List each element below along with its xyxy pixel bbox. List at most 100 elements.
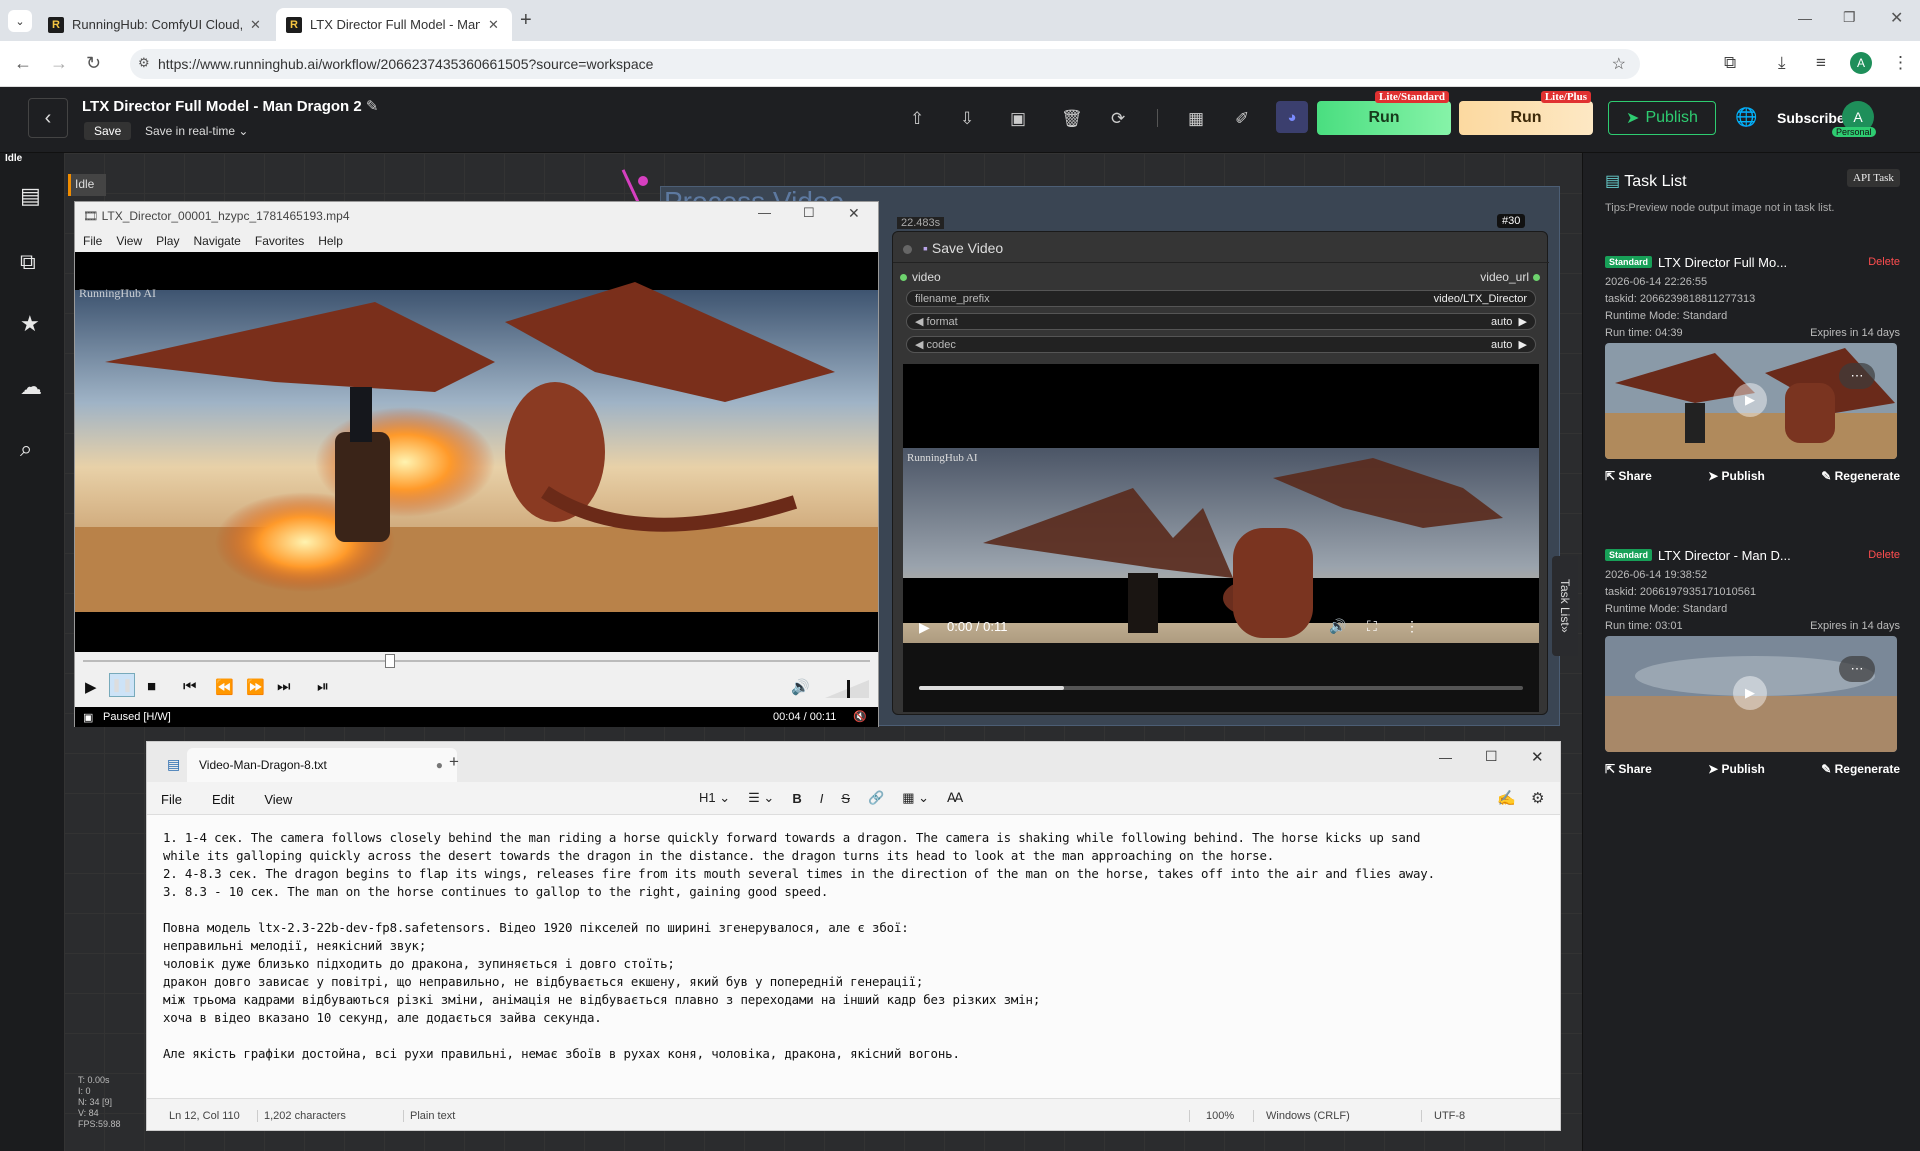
widget-filename-prefix[interactable]: filename_prefix video/LTX_Director	[906, 290, 1536, 307]
volume-icon[interactable]: 🔊	[1329, 618, 1346, 635]
arrow-left-icon[interactable]: ◀	[915, 316, 923, 328]
minimize-icon[interactable]: —	[758, 205, 771, 220]
task-card[interactable]: Standard LTX Director Full Mo... Delete …	[1605, 253, 1900, 483]
maximize-icon[interactable]: ☐	[803, 205, 815, 221]
url-field[interactable]: ⚙ https://www.runninghub.ai/workflow/206…	[130, 49, 1640, 79]
settings-gear-icon[interactable]: ⚙	[1531, 789, 1544, 807]
back-arrow-icon[interactable]: ←	[14, 53, 32, 74]
run-plus-button[interactable]: Run Lite/Plus	[1459, 91, 1593, 135]
play-icon[interactable]: ▶	[1733, 676, 1767, 710]
media-player-window[interactable]: 🎞 LTX_Director_00001_hzypc_1781465193.mp…	[74, 201, 879, 727]
extensions-icon[interactable]: ⧉	[1724, 53, 1736, 73]
more-menu-icon[interactable]: ⋮	[1892, 53, 1909, 73]
menu-help[interactable]: Help	[318, 234, 343, 248]
browser-tab-ltx-director[interactable]: R LTX Director Full Model - Man D ✕	[276, 8, 512, 41]
widget-format[interactable]: ◀ format auto ▶	[906, 313, 1536, 330]
menu-view[interactable]: View	[116, 234, 142, 248]
player-video-area[interactable]: RunningHub AI	[75, 252, 878, 652]
upload-icon[interactable]: ⇧	[910, 109, 924, 129]
close-tab-icon[interactable]: ✕	[488, 17, 499, 33]
star-icon[interactable]: ★	[20, 311, 40, 337]
menu-file[interactable]: File	[161, 792, 182, 807]
regenerate-button[interactable]: ✎ Regenerate	[1821, 469, 1900, 483]
reading-list-icon[interactable]: ≡	[1816, 53, 1826, 73]
node-collapse-dot[interactable]	[903, 245, 912, 254]
play-icon[interactable]: ▶	[919, 619, 930, 636]
unsaved-dot-icon[interactable]: ●	[436, 758, 443, 772]
share-button[interactable]: ⇱ Share	[1605, 762, 1652, 776]
restore-window-icon[interactable]: ❐	[1843, 9, 1856, 26]
menu-navigate[interactable]: Navigate	[193, 234, 240, 248]
previous-icon[interactable]: ⏮	[183, 678, 197, 695]
browser-tab-runninghub[interactable]: R RunningHub: ComfyUI Cloud, C ✕	[38, 8, 274, 41]
next-icon[interactable]: ⏭	[277, 678, 291, 695]
maximize-icon[interactable]: ☐	[1485, 748, 1498, 765]
rewind-icon[interactable]: ⏪	[215, 678, 234, 696]
edit-pencil-icon[interactable]: ✎	[366, 98, 379, 115]
pause-icon[interactable]: ❚❚	[109, 673, 135, 697]
bookmark-star-icon[interactable]: ☆	[1612, 54, 1626, 74]
volume-thumb[interactable]	[847, 680, 850, 698]
more-icon[interactable]: ⋯	[1839, 656, 1875, 682]
publish-button[interactable]: ➤ Publish	[1608, 101, 1716, 135]
notepad-text-body[interactable]: 1. 1-4 сек. The camera follows closely b…	[147, 814, 1560, 1098]
menu-play[interactable]: Play	[156, 234, 179, 248]
strikethrough-icon[interactable]: S	[841, 791, 850, 806]
notepad-tab[interactable]: Video-Man-Dragon-8.txt ●	[187, 748, 457, 782]
globe-icon[interactable]: 🌐	[1735, 107, 1757, 128]
seek-track[interactable]	[83, 660, 870, 662]
output-socket[interactable]	[1533, 274, 1540, 281]
node-tree-icon[interactable]: ⧉	[20, 249, 36, 275]
close-icon[interactable]: ✕	[1531, 748, 1544, 766]
more-icon[interactable]: ⋯	[1839, 363, 1875, 389]
close-tab-icon[interactable]: ✕	[250, 17, 261, 33]
node-video-preview[interactable]: RunningHub AI ▶ 0:00 / 0:11 🔊 ⛶ ⋮	[903, 448, 1539, 712]
export-image-icon[interactable]: ▣	[1010, 109, 1026, 129]
downloads-icon[interactable]: ⤓	[1778, 53, 1786, 73]
menu-favorites[interactable]: Favorites	[255, 234, 304, 248]
reload-icon[interactable]: ↻	[86, 53, 101, 74]
profile-avatar[interactable]: A	[1850, 52, 1872, 74]
grid-apps-icon[interactable]: ▦	[1188, 109, 1204, 129]
cloud-icon[interactable]: ☁	[20, 374, 42, 400]
table-icon[interactable]: ▦ ⌄	[902, 790, 929, 806]
edit-note-icon[interactable]: ✐	[1235, 109, 1249, 129]
forward-arrow-icon[interactable]: →	[50, 53, 68, 74]
task-list-side-tab[interactable]: Task List »	[1552, 556, 1578, 656]
api-task-button[interactable]: API Task	[1847, 169, 1900, 187]
regenerate-button[interactable]: ✎ Regenerate	[1821, 762, 1900, 776]
frame-step-icon[interactable]: ⏯	[317, 678, 329, 695]
list-icon[interactable]: ☰ ⌄	[748, 790, 774, 806]
seek-thumb[interactable]	[384, 654, 395, 668]
subscribe-link[interactable]: Subscribe	[1777, 110, 1845, 126]
fast-forward-icon[interactable]: ⏩	[246, 678, 265, 696]
save-video-node[interactable]: ▪ Save Video video video_url filename_pr…	[892, 231, 1549, 715]
save-mode-dropdown[interactable]: Save in real-time ⌄	[145, 124, 248, 138]
heading-dropdown[interactable]: H1 ⌄	[699, 790, 730, 806]
stop-icon[interactable]: ■	[147, 678, 156, 695]
arrow-right-icon[interactable]: ▶	[1519, 339, 1527, 351]
discord-icon[interactable]: ◕	[1276, 101, 1308, 133]
input-socket[interactable]	[900, 274, 907, 281]
delete-button[interactable]: Delete	[1868, 549, 1900, 561]
download-cloud-icon[interactable]: ⇩	[960, 109, 974, 129]
close-window-icon[interactable]: ✕	[1890, 8, 1903, 28]
notepad-window[interactable]: ▤ Video-Man-Dragon-8.txt ● + — ☐ ✕ File …	[146, 741, 1561, 1131]
task-card[interactable]: Standard LTX Director - Man D... Delete …	[1605, 546, 1900, 776]
volume-icon[interactable]: 🔊	[791, 678, 810, 696]
video-progress-track[interactable]	[919, 686, 1523, 690]
menu-edit[interactable]: Edit	[212, 792, 234, 807]
minimize-icon[interactable]: —	[1439, 750, 1452, 765]
link-icon[interactable]: 🔗	[868, 790, 884, 806]
play-icon[interactable]: ▶	[85, 678, 97, 696]
close-icon[interactable]: ✕	[848, 205, 860, 222]
share-button[interactable]: ⇱ Share	[1605, 469, 1652, 483]
refresh-icon[interactable]: ⟳	[1111, 109, 1125, 129]
back-button[interactable]: ‹	[28, 98, 68, 138]
publish-task-button[interactable]: ➤ Publish	[1708, 469, 1765, 483]
chat-search-icon[interactable]: ⌕	[20, 436, 32, 462]
tab-search-button[interactable]: ⌄	[8, 10, 32, 32]
site-info-icon[interactable]: ⚙	[138, 55, 150, 71]
volume-slider[interactable]	[825, 680, 869, 698]
menu-file[interactable]: File	[83, 234, 102, 248]
